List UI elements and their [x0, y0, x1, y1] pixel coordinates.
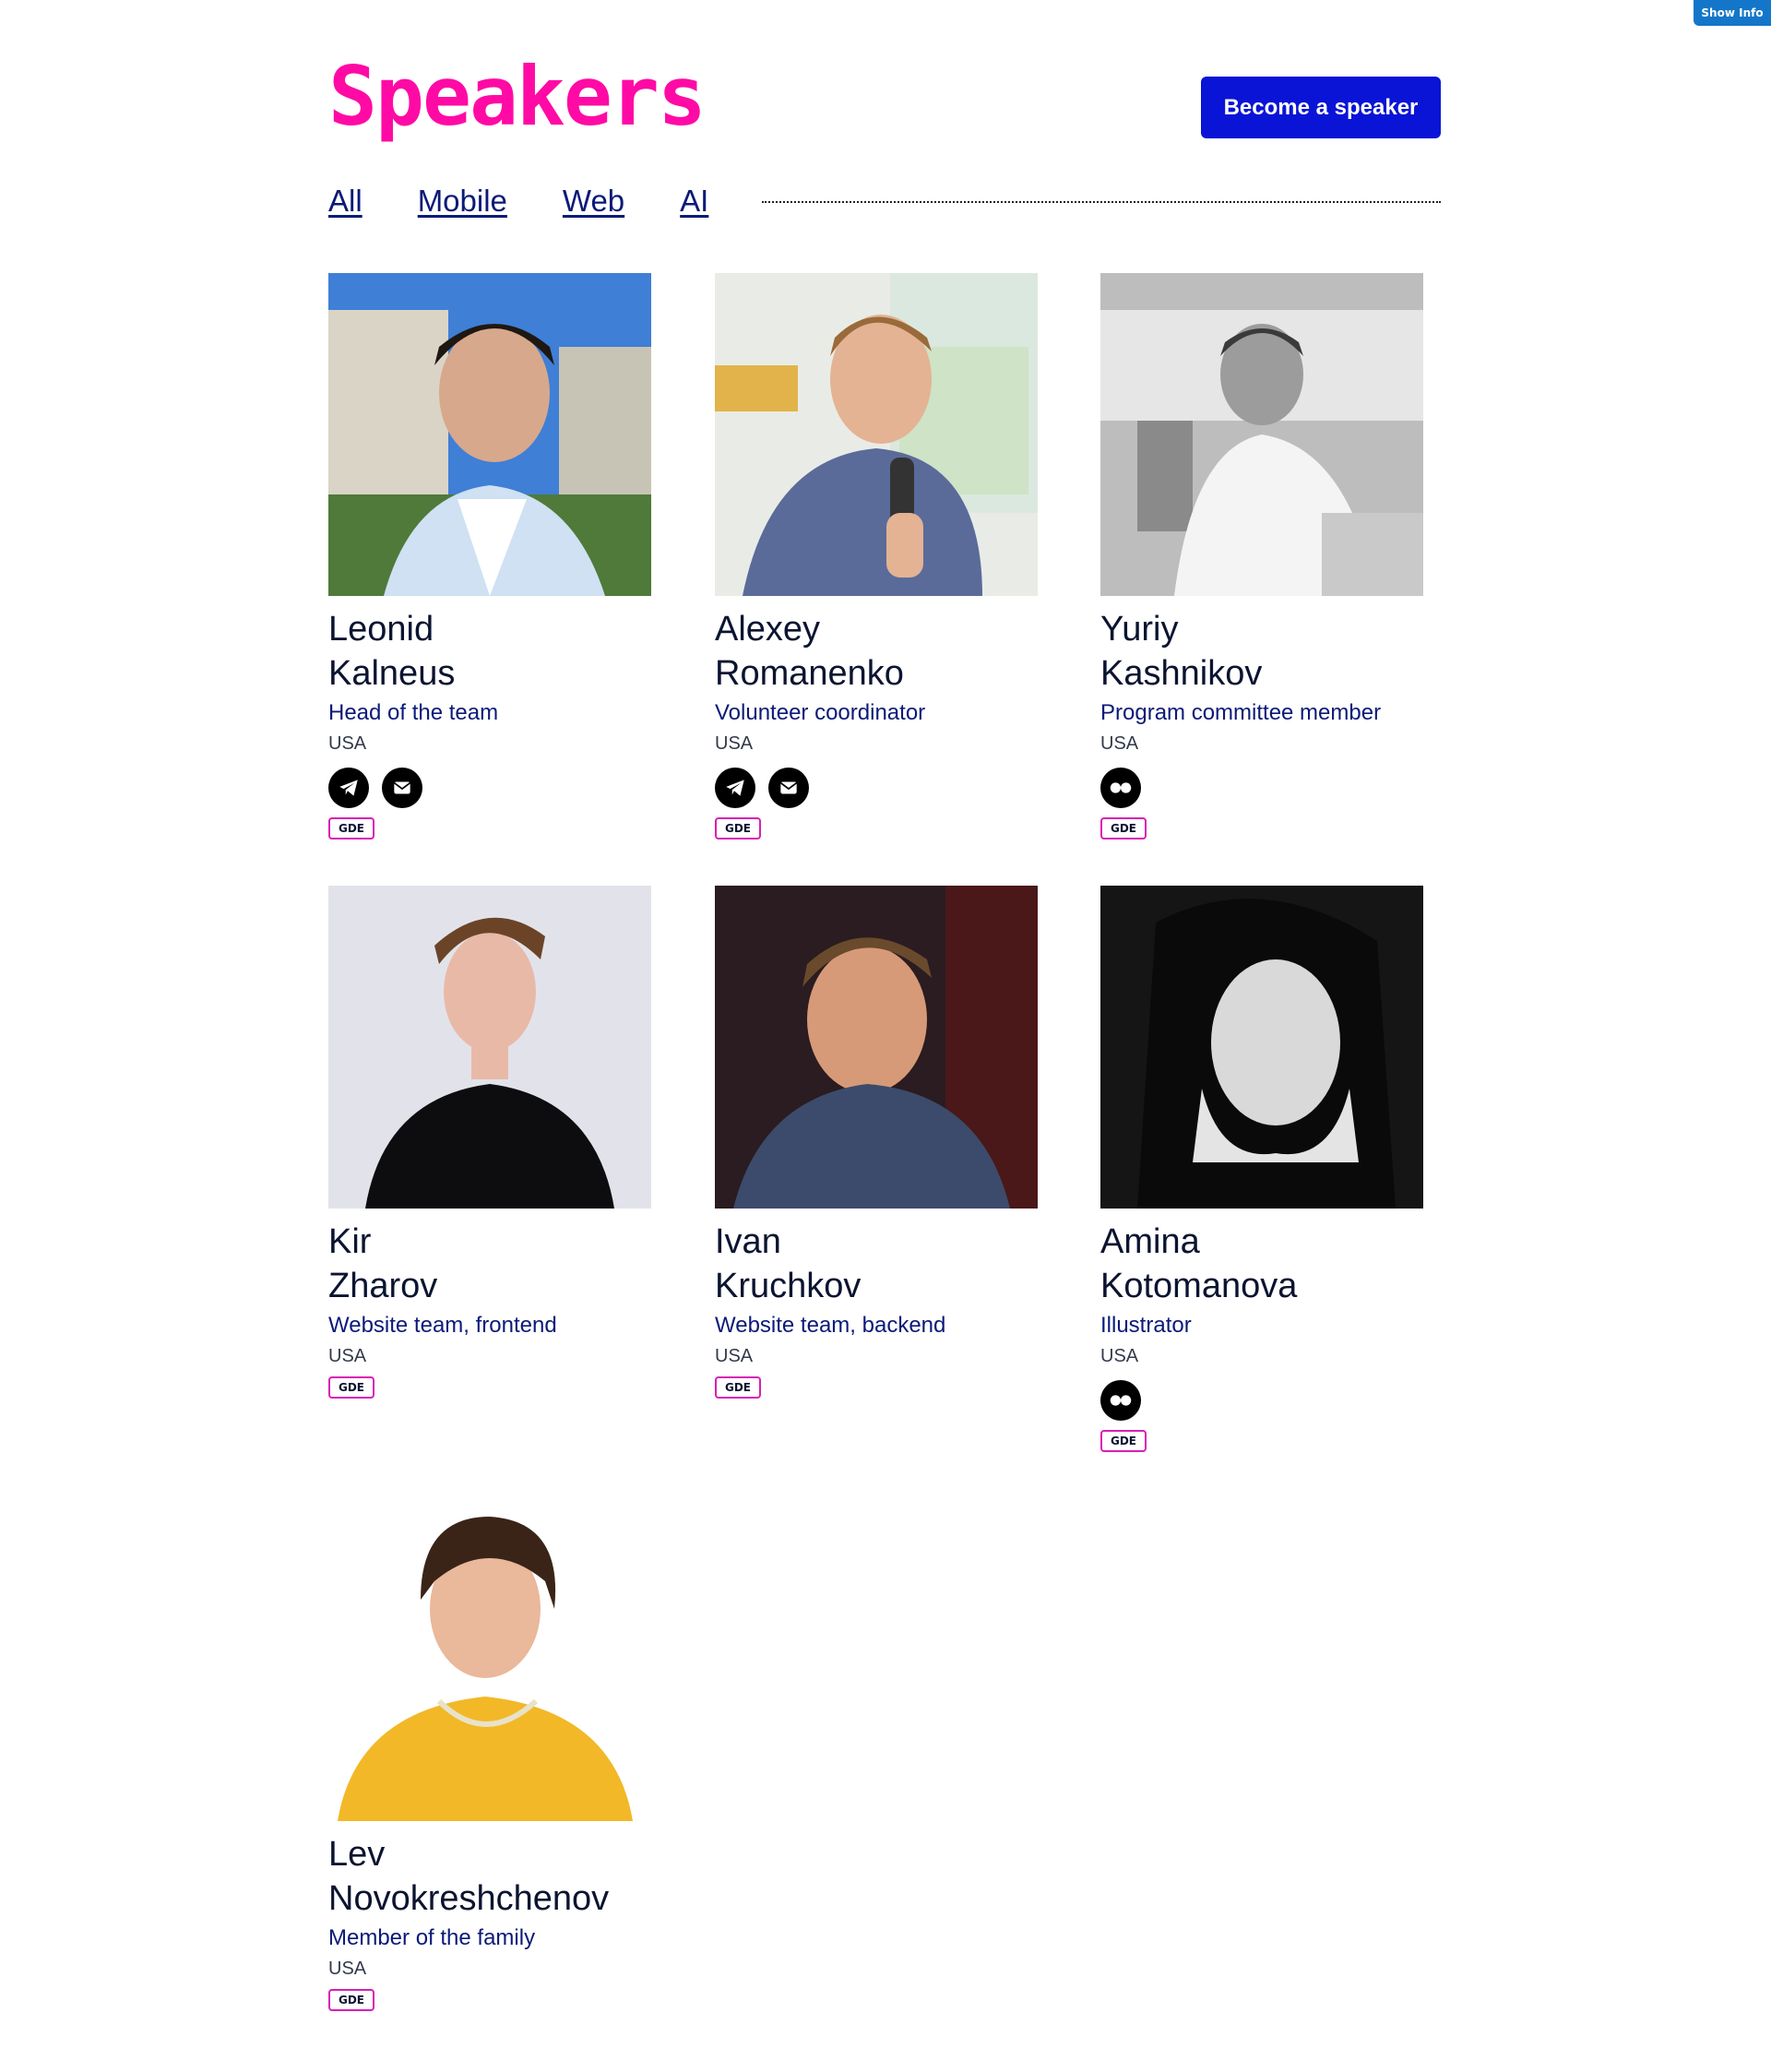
- become-speaker-button[interactable]: Become a speaker: [1201, 77, 1441, 138]
- speaker-last-name: Romanenko: [715, 654, 904, 693]
- page-title: Speakers: [328, 49, 707, 144]
- speaker-role: Head of the team: [328, 700, 499, 725]
- gde-badge: GDE: [1100, 817, 1147, 840]
- speaker-country: USA: [328, 1346, 367, 1366]
- speaker-last-name: Kotomanova: [1100, 1267, 1298, 1305]
- gde-badge: GDE: [328, 817, 375, 840]
- mail-icon[interactable]: [768, 768, 809, 808]
- flickr-icon[interactable]: [1100, 768, 1141, 808]
- speaker-card[interactable]: Leonid Kalneus Head of the team USA GDE: [328, 273, 651, 840]
- speaker-last-name: Kruchkov: [715, 1267, 862, 1305]
- speaker-card[interactable]: Kir Zharov Website team, frontend USA GD…: [328, 886, 651, 1399]
- speaker-filter-nav: All Mobile Web AI: [328, 181, 1441, 221]
- filter-divider: [762, 201, 1441, 203]
- speaker-last-name: Zharov: [328, 1267, 438, 1305]
- speaker-first-name: Alexey: [715, 610, 821, 649]
- speaker-role: Program committee member: [1100, 700, 1382, 725]
- speaker-first-name: Amina: [1100, 1222, 1200, 1261]
- filter-ai-link[interactable]: AI: [680, 184, 708, 219]
- mail-icon[interactable]: [382, 768, 422, 808]
- filter-mobile-link[interactable]: Mobile: [418, 184, 507, 219]
- speaker-last-name: Kalneus: [328, 654, 456, 693]
- speaker-role: Member of the family: [328, 1925, 536, 1950]
- gde-badge: GDE: [715, 1376, 762, 1399]
- speaker-card[interactable]: Amina Kotomanova Illustrator USA GDE: [1100, 886, 1423, 1452]
- speaker-first-name: Yuriy: [1100, 610, 1179, 649]
- speaker-first-name: Ivan: [715, 1222, 781, 1261]
- filter-web-link[interactable]: Web: [563, 184, 624, 219]
- speaker-first-name: Kir: [328, 1222, 372, 1261]
- speaker-last-name: Novokreshchenov: [328, 1879, 610, 1918]
- speaker-last-name: Kashnikov: [1100, 654, 1263, 693]
- speaker-card[interactable]: Lev Novokreshchenov Member of the family…: [328, 1498, 651, 2011]
- speaker-first-name: Leonid: [328, 610, 434, 649]
- speaker-country: USA: [1100, 1346, 1139, 1366]
- speaker-role: Volunteer coordinator: [715, 700, 926, 725]
- speaker-photo: [1100, 273, 1423, 596]
- gde-badge: GDE: [328, 1376, 375, 1399]
- speaker-socials: [1100, 768, 1423, 808]
- show-info-button[interactable]: Show Info: [1694, 0, 1771, 26]
- speaker-country: USA: [328, 733, 367, 754]
- filter-all-link[interactable]: All: [328, 184, 363, 219]
- speaker-country: USA: [715, 1346, 754, 1366]
- gde-badge: GDE: [1100, 1430, 1147, 1452]
- speaker-card[interactable]: Ivan Kruchkov Website team, backend USA …: [715, 886, 1038, 1399]
- gde-badge: GDE: [328, 1989, 375, 2011]
- speaker-first-name: Lev: [328, 1835, 386, 1874]
- speaker-country: USA: [1100, 733, 1139, 754]
- speaker-socials: [328, 768, 651, 808]
- speaker-country: USA: [715, 733, 754, 754]
- speaker-role: Website team, backend: [715, 1313, 946, 1338]
- speaker-role: Website team, frontend: [328, 1313, 557, 1338]
- speaker-country: USA: [328, 1959, 367, 1979]
- flickr-icon[interactable]: [1100, 1380, 1141, 1421]
- telegram-icon[interactable]: [715, 768, 755, 808]
- speaker-photo: [328, 886, 651, 1209]
- speaker-photo: [328, 273, 651, 596]
- speaker-card[interactable]: Alexey Romanenko Volunteer coordinator U…: [715, 273, 1038, 840]
- telegram-icon[interactable]: [328, 768, 369, 808]
- speaker-role: Illustrator: [1100, 1313, 1192, 1338]
- gde-badge: GDE: [715, 817, 762, 840]
- speaker-photo: [715, 886, 1038, 1209]
- speaker-socials: [715, 768, 1038, 808]
- speaker-socials: [1100, 1380, 1423, 1421]
- speaker-photo: [715, 273, 1038, 596]
- speaker-photo: [328, 1498, 651, 1821]
- speaker-photo: [1100, 886, 1423, 1209]
- speaker-card[interactable]: Yuriy Kashnikov Program committee member…: [1100, 273, 1423, 840]
